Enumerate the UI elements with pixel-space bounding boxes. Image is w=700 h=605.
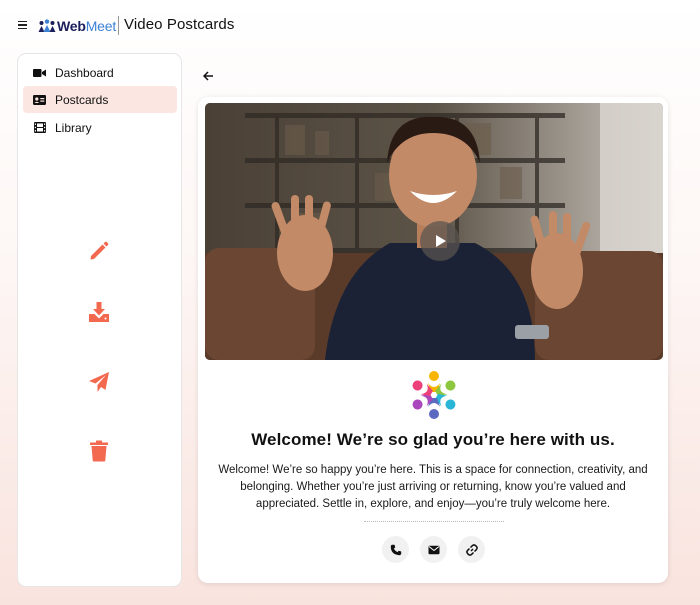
hamburger-menu-icon[interactable] xyxy=(18,18,29,32)
play-button[interactable] xyxy=(420,221,460,261)
back-arrow-icon[interactable] xyxy=(200,69,216,83)
send-icon[interactable] xyxy=(84,367,114,397)
sidebar-item-dashboard[interactable]: Dashboard xyxy=(23,59,177,86)
link-button[interactable] xyxy=(458,536,485,563)
play-icon xyxy=(436,235,446,247)
header-divider xyxy=(118,16,119,35)
video-player[interactable] xyxy=(205,103,663,360)
sidebar-item-label: Dashboard xyxy=(55,65,114,80)
download-icon[interactable] xyxy=(84,297,114,327)
dotted-divider xyxy=(364,521,504,522)
email-icon xyxy=(428,545,439,554)
film-strip-icon xyxy=(33,122,46,134)
sidebar-item-label: Library xyxy=(55,120,92,135)
logo-text-web: Web xyxy=(57,18,86,34)
email-button[interactable] xyxy=(420,536,447,563)
sidebar-item-library[interactable]: Library xyxy=(23,114,177,141)
video-camera-icon xyxy=(33,67,46,79)
logo-text-meet: Meet xyxy=(85,18,117,34)
webmeet-logo[interactable]: Web Meet xyxy=(38,16,116,36)
phone-icon xyxy=(390,544,401,555)
sidebar-item-label: Postcards xyxy=(55,92,109,107)
pencil-icon[interactable] xyxy=(84,236,114,266)
postcard-card: Welcome! We’re so glad you’re here with … xyxy=(198,97,668,583)
phone-button[interactable] xyxy=(382,536,409,563)
id-card-icon xyxy=(33,94,46,106)
sidebar: Dashboard Postcards Library xyxy=(17,53,182,587)
trash-icon[interactable] xyxy=(84,436,114,466)
app-title: Video Postcards xyxy=(124,16,235,33)
top-bar: Web Meet Video Postcards xyxy=(0,0,700,52)
link-icon xyxy=(465,543,478,556)
sidebar-item-postcards[interactable]: Postcards xyxy=(23,86,177,113)
brand-flower-logo-icon xyxy=(412,371,456,419)
postcard-message: Welcome! We’re so happy you’re here. Thi… xyxy=(218,464,648,510)
postcard-headline: Welcome! We’re so glad you’re here with … xyxy=(251,430,615,449)
people-logo-icon xyxy=(38,19,56,32)
